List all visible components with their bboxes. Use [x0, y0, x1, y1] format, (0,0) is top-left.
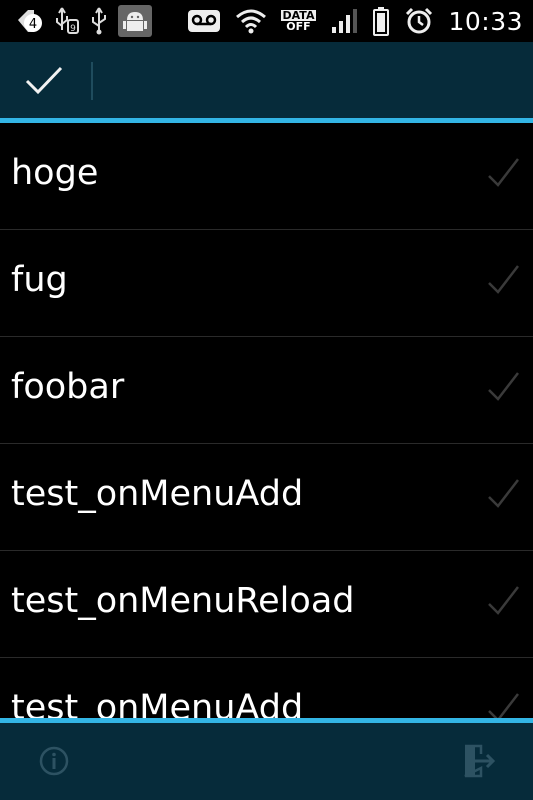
voicemail-icon: [187, 9, 221, 33]
signal-icon: [330, 7, 358, 35]
list-item-label: foobar: [11, 367, 125, 407]
checkbox-icon[interactable]: [485, 263, 521, 299]
notification-badge-icon: 4: [14, 6, 44, 36]
list-item[interactable]: test_onMenuReload: [0, 551, 533, 658]
status-bar: 4 9 DATA OFF 10:33: [0, 0, 533, 42]
list-item[interactable]: test_onMenuAdd: [0, 444, 533, 551]
checkbox-icon[interactable]: [485, 370, 521, 406]
checkbox-icon[interactable]: [485, 584, 521, 620]
status-time: 10:33: [448, 6, 523, 36]
data-off-icon: DATA OFF: [280, 10, 317, 33]
notification-count: 4: [29, 17, 37, 32]
checkbox-icon[interactable]: [485, 477, 521, 513]
list-item-label: test_onMenuReload: [11, 581, 355, 621]
item-list[interactable]: hoge fug foobar test_onMenuAdd test_onMe…: [0, 123, 533, 718]
alarm-icon: [404, 6, 434, 36]
list-item[interactable]: foobar: [0, 337, 533, 444]
action-bar: [0, 42, 533, 118]
done-button[interactable]: [0, 42, 88, 118]
wifi-icon: [235, 7, 267, 35]
android-debug-icon: [118, 5, 152, 37]
list-item[interactable]: hoge: [0, 123, 533, 230]
list-item[interactable]: test_onMenuAdd: [0, 658, 533, 718]
list-item-label: test_onMenuAdd: [11, 474, 304, 514]
svg-text:9: 9: [70, 24, 76, 34]
list-item-label: test_onMenuAdd: [11, 688, 304, 718]
battery-icon: [372, 6, 390, 36]
checkmark-icon: [25, 66, 63, 95]
exit-icon[interactable]: [461, 743, 497, 779]
list-item-label: fug: [11, 260, 68, 300]
list-item[interactable]: fug: [0, 230, 533, 337]
checkbox-icon[interactable]: [485, 691, 521, 718]
usb-debug-icon: 9: [54, 6, 80, 36]
list-item-label: hoge: [11, 153, 99, 193]
checkbox-icon[interactable]: [485, 156, 521, 192]
action-bar-divider: [91, 62, 93, 100]
usb-icon: [90, 6, 108, 36]
off-label: OFF: [286, 20, 311, 33]
info-icon[interactable]: [38, 745, 70, 777]
bottom-bar: [0, 723, 533, 800]
